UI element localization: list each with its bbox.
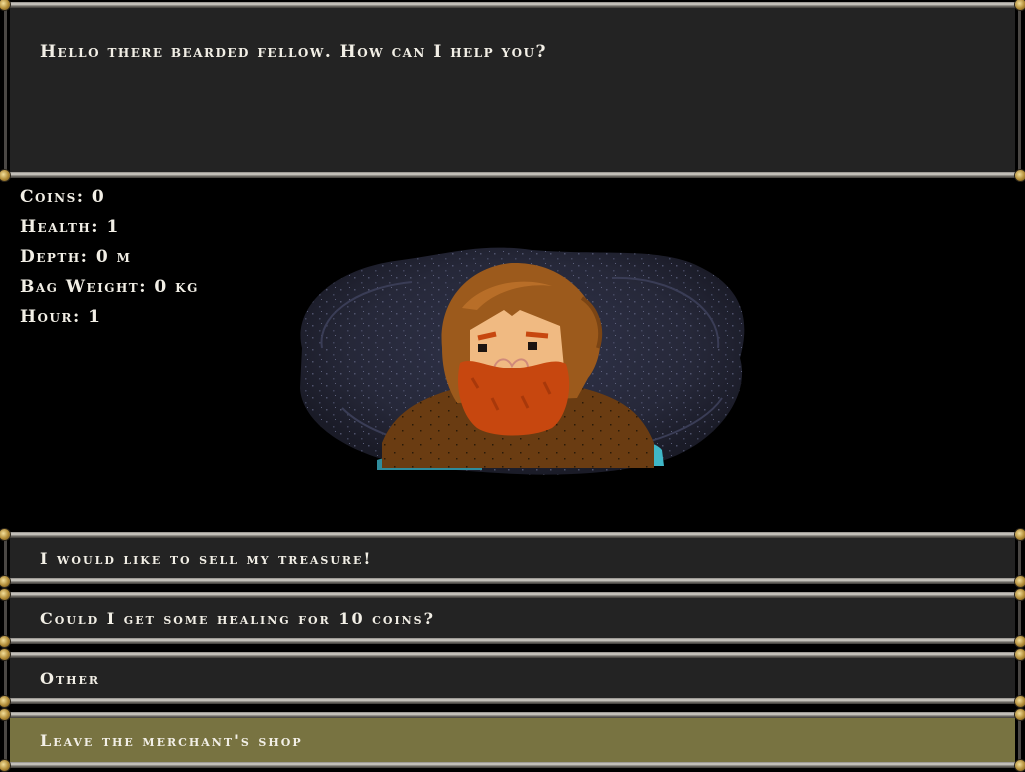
option-sell-treasure[interactable]: I would like to sell my treasure! bbox=[0, 529, 1025, 587]
option-box: Other bbox=[10, 658, 1015, 698]
rivet-icon bbox=[0, 589, 10, 600]
option-box: Could I get some healing for 10 coins? bbox=[10, 598, 1015, 638]
rivet-icon bbox=[1015, 170, 1025, 181]
merchant-portrait bbox=[300, 247, 745, 475]
dialog-text: Hello there bearded fellow. How can I he… bbox=[40, 42, 548, 62]
rivet-icon bbox=[0, 760, 10, 771]
rivet-icon bbox=[1015, 649, 1025, 660]
rivet-icon bbox=[1015, 529, 1025, 540]
option-label: Other bbox=[40, 668, 101, 688]
option-healing[interactable]: Could I get some healing for 10 coins? bbox=[0, 589, 1025, 647]
option-label: Could I get some healing for 10 coins? bbox=[40, 608, 436, 628]
rivet-icon bbox=[0, 636, 10, 647]
rivet-icon bbox=[0, 576, 10, 587]
rivet-icon bbox=[0, 649, 10, 660]
coins-stat: Coins: 0 bbox=[20, 187, 106, 207]
option-label: Leave the merchant's shop bbox=[40, 730, 303, 750]
health-stat: Health: 1 bbox=[20, 217, 120, 237]
bag-weight-stat: Bag Weight: 0 kg bbox=[20, 277, 199, 297]
player-stats: Coins: 0 Health: 1 Depth: 0 m Bag Weight… bbox=[20, 182, 199, 332]
rivet-icon bbox=[1015, 0, 1025, 10]
depth-stat: Depth: 0 m bbox=[20, 247, 132, 267]
dialog-box: Hello there bearded fellow. How can I he… bbox=[10, 8, 1015, 172]
rivet-icon bbox=[0, 170, 10, 181]
hour-stat: Hour: 1 bbox=[20, 307, 102, 327]
game-screen: Hello there bearded fellow. How can I he… bbox=[0, 0, 1025, 772]
beard bbox=[457, 361, 570, 436]
rivet-icon bbox=[0, 696, 10, 707]
rivet-icon bbox=[0, 0, 10, 10]
rivet-icon bbox=[1015, 696, 1025, 707]
rivet-icon bbox=[1015, 709, 1025, 720]
rivet-icon bbox=[1015, 760, 1025, 771]
rivet-icon bbox=[1015, 636, 1025, 647]
option-leave-shop[interactable]: Leave the merchant's shop bbox=[0, 709, 1025, 771]
rivet-icon bbox=[0, 709, 10, 720]
rivet-icon bbox=[1015, 589, 1025, 600]
rivet-icon bbox=[1015, 576, 1025, 587]
rivet-icon bbox=[0, 529, 10, 540]
option-box: I would like to sell my treasure! bbox=[10, 538, 1015, 578]
dialog-panel: Hello there bearded fellow. How can I he… bbox=[0, 0, 1025, 181]
option-box: Leave the merchant's shop bbox=[10, 718, 1015, 762]
option-other[interactable]: Other bbox=[0, 649, 1025, 707]
option-label: I would like to sell my treasure! bbox=[40, 548, 373, 568]
